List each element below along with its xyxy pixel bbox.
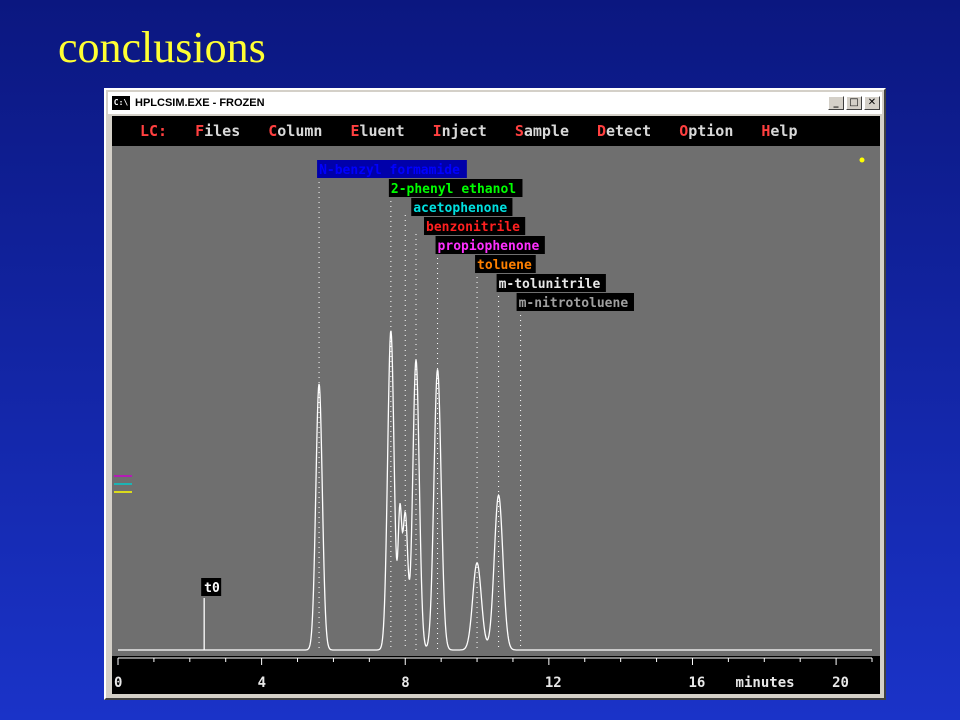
- peak-label-7: m-nitrotoluene: [519, 296, 629, 311]
- menu-detect[interactable]: Detect: [597, 122, 651, 140]
- x-axis-title: minutes: [736, 675, 795, 691]
- menu-column[interactable]: Column: [268, 122, 322, 140]
- menu-inject[interactable]: Inject: [433, 122, 487, 140]
- x-tick-label: 12: [545, 675, 562, 691]
- window-title: HPLCSIM.EXE - FROZEN: [135, 97, 265, 109]
- peak-label-2: acetophenone: [413, 201, 507, 216]
- menu-bar: LC: Files Column Eluent Inject Sample De…: [112, 116, 880, 146]
- menu-sample[interactable]: Sample: [515, 122, 569, 140]
- chromatogram-plot: t0 N-benzyl formamide 2-phenyl ethanol acet…: [112, 146, 880, 694]
- maximize-button[interactable]: □: [846, 96, 862, 110]
- x-tick-label: 16: [688, 675, 705, 691]
- peak-label-6: m-tolunitrile: [499, 277, 601, 292]
- menu-help[interactable]: Help: [761, 122, 797, 140]
- menu-files[interactable]: Files: [195, 122, 240, 140]
- menu-lc[interactable]: LC:: [140, 122, 167, 140]
- peak-label-3: benzonitrile: [426, 220, 520, 235]
- menu-eluent[interactable]: Eluent: [350, 122, 404, 140]
- x-tick-label: 4: [258, 675, 266, 691]
- peak-label-5: toluene: [477, 258, 532, 273]
- menu-option[interactable]: Option: [679, 122, 733, 140]
- x-tick-label: 0: [114, 675, 122, 691]
- peak-label-1: 2-phenyl ethanol: [391, 182, 516, 197]
- x-tick-label: 8: [401, 675, 409, 691]
- slide-title: conclusions: [58, 23, 266, 72]
- x-tick-label: 20: [832, 675, 849, 691]
- console-icon[interactable]: C:\: [112, 96, 130, 110]
- close-button[interactable]: ✕: [864, 96, 880, 110]
- chromatogram-svg: t0 N-benzyl formamide 2-phenyl ethanol acet…: [112, 146, 880, 694]
- window-controls: _ □ ✕: [828, 96, 880, 110]
- status-dot: [859, 157, 865, 163]
- t0-label: t0: [204, 581, 220, 596]
- peak-label-0: N-benzyl formamide: [319, 163, 460, 178]
- peak-label-4: propiophenone: [438, 239, 540, 254]
- app-window: C:\ HPLCSIM.EXE - FROZEN _ □ ✕ LC: Files…: [104, 88, 886, 700]
- console-area: LC: Files Column Eluent Inject Sample De…: [112, 116, 880, 694]
- minimize-button[interactable]: _: [828, 96, 844, 110]
- window-titlebar[interactable]: C:\ HPLCSIM.EXE - FROZEN _ □ ✕: [108, 92, 882, 114]
